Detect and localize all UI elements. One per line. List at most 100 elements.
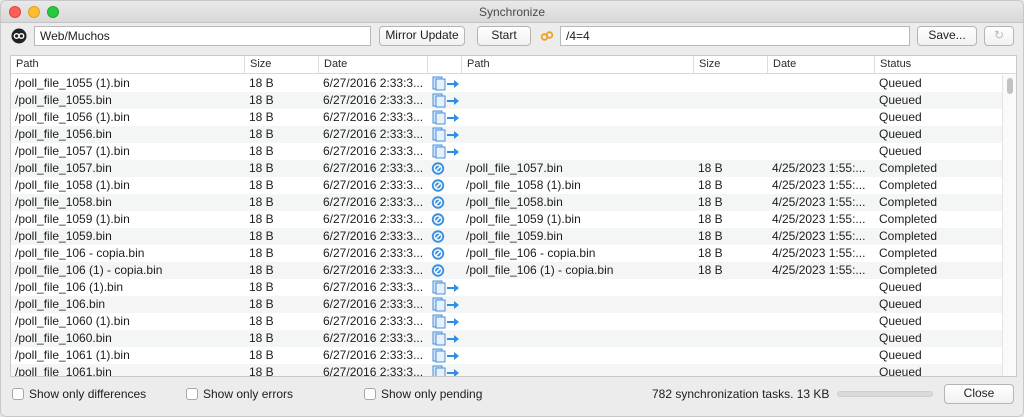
status-cell: Queued	[879, 110, 922, 124]
table-row[interactable]: /poll_file_1057.bin 18 B 6/27/2016 2:33:3.…	[11, 160, 1003, 177]
right-size-cell: 18 B	[698, 161, 723, 175]
right-path-cell: /poll_file_1058.bin	[466, 195, 563, 209]
left-path-cell: /poll_file_106 (1).bin	[15, 280, 124, 294]
table-row[interactable]: /poll_file_106.bin 18 B 6/27/2016 2:33:3..…	[11, 296, 1003, 313]
status-cell: Queued	[879, 365, 922, 377]
left-path-field[interactable]: Web/Muchos	[34, 26, 371, 46]
show-only-errors-label[interactable]: Show only errors	[203, 387, 293, 401]
table-row[interactable]: /poll_file_1059 (1).bin 18 B 6/27/2016 2:3…	[11, 211, 1003, 228]
table-row[interactable]: /poll_file_1061.bin 18 B 6/27/2016 2:33:3.…	[11, 364, 1003, 377]
table-row[interactable]: /poll_file_1056 (1).bin 18 B 6/27/2016 2:3…	[11, 109, 1003, 126]
synchronize-window: Synchronize Web/Muchos Mirror Update Sta…	[0, 0, 1024, 417]
left-size-cell: 18 B	[249, 280, 274, 294]
header-action[interactable]	[428, 56, 462, 74]
skip-icon	[431, 178, 461, 193]
vertical-scrollbar[interactable]	[1002, 75, 1016, 376]
left-size-cell: 18 B	[249, 246, 274, 260]
left-date-cell: 6/27/2016 2:33:3...	[323, 314, 424, 328]
status-cell: Queued	[879, 331, 922, 345]
status-cell: Queued	[879, 280, 922, 294]
skip-icon	[431, 263, 461, 278]
show-only-differences-label[interactable]: Show only differences	[29, 387, 146, 401]
mirror-update-button[interactable]: Mirror Update	[379, 26, 465, 46]
table-row[interactable]: /poll_file_1059.bin 18 B 6/27/2016 2:33:3.…	[11, 228, 1003, 245]
copy-to-remote-icon	[431, 127, 461, 142]
right-path-cell	[462, 313, 694, 330]
copy-to-remote-icon	[431, 144, 461, 159]
status-cell: Queued	[879, 93, 922, 107]
copy-to-remote-icon	[431, 76, 461, 91]
status-cell: Completed	[879, 178, 938, 192]
start-button[interactable]: Start	[477, 26, 531, 46]
table-row[interactable]: /poll_file_106 (1) - copia.bin 18 B 6/27/2…	[11, 262, 1003, 279]
right-date-cell	[768, 143, 875, 160]
skip-icon	[431, 229, 461, 244]
status-cell: Completed	[879, 263, 938, 277]
right-size-cell	[694, 143, 768, 160]
show-only-differences-checkbox[interactable]	[12, 388, 24, 400]
table-body: /poll_file_1055 (1).bin 18 B 6/27/2016 2:3…	[11, 75, 1003, 377]
table-row[interactable]: /poll_file_1060.bin 18 B 6/27/2016 2:33:3.…	[11, 330, 1003, 347]
right-date-cell: 4/25/2023 1:55:...	[772, 195, 866, 209]
header-status[interactable]: Status	[875, 56, 1003, 74]
table-row[interactable]: /poll_file_1061 (1).bin 18 B 6/27/2016 2:3…	[11, 347, 1003, 364]
left-date-cell: 6/27/2016 2:33:3...	[323, 195, 424, 209]
header-right-path[interactable]: Path	[462, 56, 694, 74]
table-row[interactable]: /poll_file_1056.bin 18 B 6/27/2016 2:33:3.…	[11, 126, 1003, 143]
right-size-cell: 18 B	[698, 246, 723, 260]
sync-table: Path Size Date Path Size Date Status /po…	[10, 55, 1017, 377]
left-size-cell: 18 B	[249, 127, 274, 141]
header-left-size[interactable]: Size	[245, 56, 319, 74]
right-path-cell: /poll_file_106 - copia.bin	[466, 246, 596, 260]
right-path-cell: /poll_file_1057.bin	[466, 161, 563, 175]
table-row[interactable]: /poll_file_1057 (1).bin 18 B 6/27/2016 2:3…	[11, 143, 1003, 160]
left-date-cell: 6/27/2016 2:33:3...	[323, 246, 424, 260]
link-chain-icon	[11, 28, 27, 44]
right-path-cell: /poll_file_106 (1) - copia.bin	[466, 263, 614, 277]
right-path-field[interactable]: /4=4	[560, 26, 910, 46]
right-size-cell: 18 B	[698, 229, 723, 243]
scrollbar-thumb[interactable]	[1007, 78, 1013, 94]
right-size-cell	[694, 296, 768, 313]
save-button[interactable]: Save...	[917, 26, 977, 46]
show-only-pending-checkbox[interactable]	[364, 388, 376, 400]
table-row[interactable]: /poll_file_106 - copia.bin 18 B 6/27/2016 …	[11, 245, 1003, 262]
header-right-size[interactable]: Size	[694, 56, 768, 74]
left-size-cell: 18 B	[249, 212, 274, 226]
left-path-cell: /poll_file_1058 (1).bin	[15, 178, 130, 192]
copy-to-remote-icon	[431, 110, 461, 125]
right-date-cell	[768, 75, 875, 92]
copy-to-remote-icon	[431, 365, 461, 376]
right-size-cell: 18 B	[698, 195, 723, 209]
left-size-cell: 18 B	[249, 229, 274, 243]
header-left-path[interactable]: Path	[11, 56, 245, 74]
table-row[interactable]: /poll_file_1058 (1).bin 18 B 6/27/2016 2:3…	[11, 177, 1003, 194]
right-size-cell	[694, 364, 768, 376]
copy-to-remote-icon	[431, 348, 461, 363]
header-right-date[interactable]: Date	[768, 56, 875, 74]
window-title: Synchronize	[478, 5, 546, 19]
table-row[interactable]: /poll_file_1055 (1).bin 18 B 6/27/2016 2:3…	[11, 75, 1003, 92]
left-size-cell: 18 B	[249, 93, 274, 107]
table-row[interactable]: /poll_file_1055.bin 18 B 6/27/2016 2:33:3.…	[11, 92, 1003, 109]
right-size-cell	[694, 75, 768, 92]
right-date-cell	[768, 126, 875, 143]
right-size-cell	[694, 347, 768, 364]
close-button[interactable]: Close	[944, 384, 1014, 404]
left-path-cell: /poll_file_106 (1) - copia.bin	[15, 263, 163, 277]
left-date-cell: 6/27/2016 2:33:3...	[323, 331, 424, 345]
table-row[interactable]: /poll_file_1060 (1).bin 18 B 6/27/2016 2:3…	[11, 313, 1003, 330]
right-date-cell	[768, 347, 875, 364]
right-date-cell	[768, 330, 875, 347]
table-row[interactable]: /poll_file_1058.bin 18 B 6/27/2016 2:33:3.…	[11, 194, 1003, 211]
table-row[interactable]: /poll_file_106 (1).bin 18 B 6/27/2016 2:33…	[11, 279, 1003, 296]
refresh-button[interactable]: ↻	[984, 26, 1014, 46]
show-only-pending-label[interactable]: Show only pending	[381, 387, 482, 401]
left-path-cell: /poll_file_106.bin	[15, 297, 106, 311]
show-only-errors-checkbox[interactable]	[186, 388, 198, 400]
right-path-cell	[462, 143, 694, 160]
header-left-date[interactable]: Date	[319, 56, 428, 74]
right-path-cell	[462, 279, 694, 296]
right-date-cell: 4/25/2023 1:55:...	[772, 246, 866, 260]
status-cell: Completed	[879, 246, 938, 260]
